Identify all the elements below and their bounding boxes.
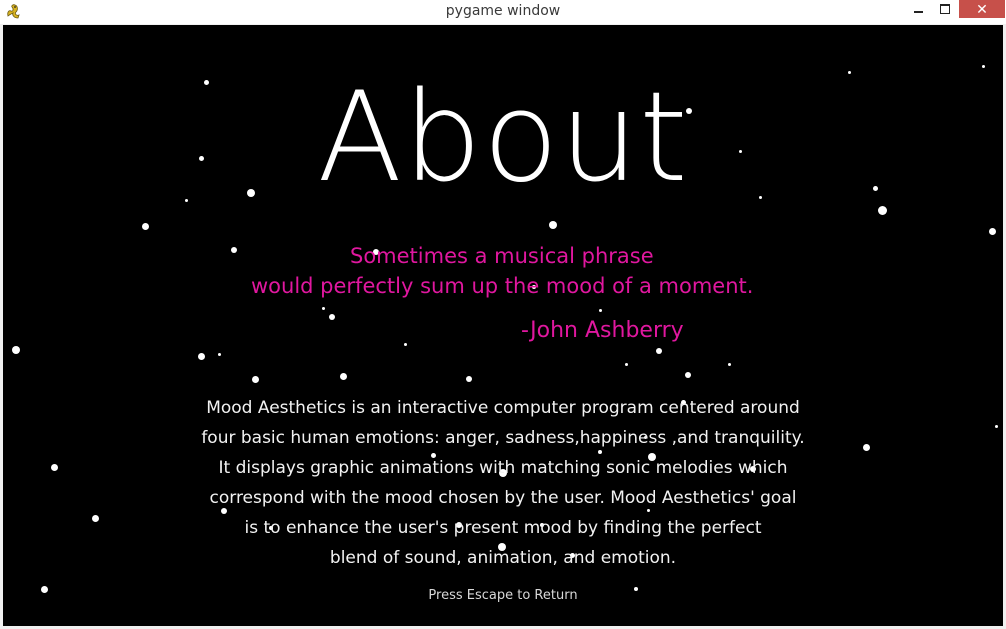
- star-particle: [624, 362, 628, 366]
- star-particle: [141, 222, 149, 230]
- star-particle: [727, 362, 731, 366]
- minimize-icon: [913, 11, 923, 13]
- quote-line-2: would perfectly sum up the mood of a mom…: [251, 274, 754, 298]
- star-particle: [217, 352, 221, 356]
- star-particle: [329, 314, 335, 320]
- star-particle: [685, 372, 691, 378]
- star-particle: [251, 375, 259, 383]
- window-title: pygame window: [445, 3, 561, 19]
- star-particle: [994, 424, 998, 428]
- description: Mood Aesthetics is an interactive comput…: [183, 395, 823, 575]
- star-particle: [197, 352, 205, 360]
- star-particle: [231, 247, 237, 253]
- minimize-button[interactable]: [905, 0, 931, 18]
- description-line: is to enhance the user's present mood by…: [244, 518, 762, 538]
- description-line: It displays graphic animations with matc…: [218, 458, 788, 478]
- description-line: four basic human emotions: anger, sadnes…: [201, 428, 805, 448]
- star-particle: [50, 463, 58, 471]
- star-particle: [981, 64, 985, 68]
- escape-hint: Press Escape to Return: [428, 588, 578, 603]
- maximize-button[interactable]: [932, 0, 958, 18]
- page-title: About: [317, 66, 689, 210]
- star-particle: [339, 372, 347, 380]
- pygame-window: pygame window ✕ About Sometimes a musica…: [0, 0, 1006, 629]
- star-particle: [877, 205, 887, 215]
- maximize-icon: [940, 4, 950, 14]
- description-line: Mood Aesthetics is an interactive comput…: [206, 398, 800, 418]
- star-particle: [598, 308, 602, 312]
- close-button[interactable]: ✕: [959, 0, 1005, 18]
- game-canvas[interactable]: About Sometimes a musical phrase would p…: [3, 25, 1003, 626]
- close-icon: ✕: [976, 0, 988, 17]
- quote-line-1: Sometimes a musical phrase: [350, 244, 654, 268]
- quote-author: -John Ashberry: [521, 318, 684, 343]
- description-line: correspond with the mood chosen by the u…: [209, 488, 797, 508]
- star-particle: [403, 342, 407, 346]
- star-particle: [656, 348, 662, 354]
- star-particle: [549, 221, 557, 229]
- description-line: blend of sound, animation, and emotion.: [329, 548, 677, 568]
- star-particle: [988, 227, 996, 235]
- star-particle: [321, 306, 325, 310]
- star-particle: [12, 346, 20, 354]
- star-particle: [466, 376, 472, 382]
- star-particle: [91, 514, 99, 522]
- title-bar[interactable]: pygame window ✕: [0, 0, 1006, 24]
- star-particle: [862, 443, 870, 451]
